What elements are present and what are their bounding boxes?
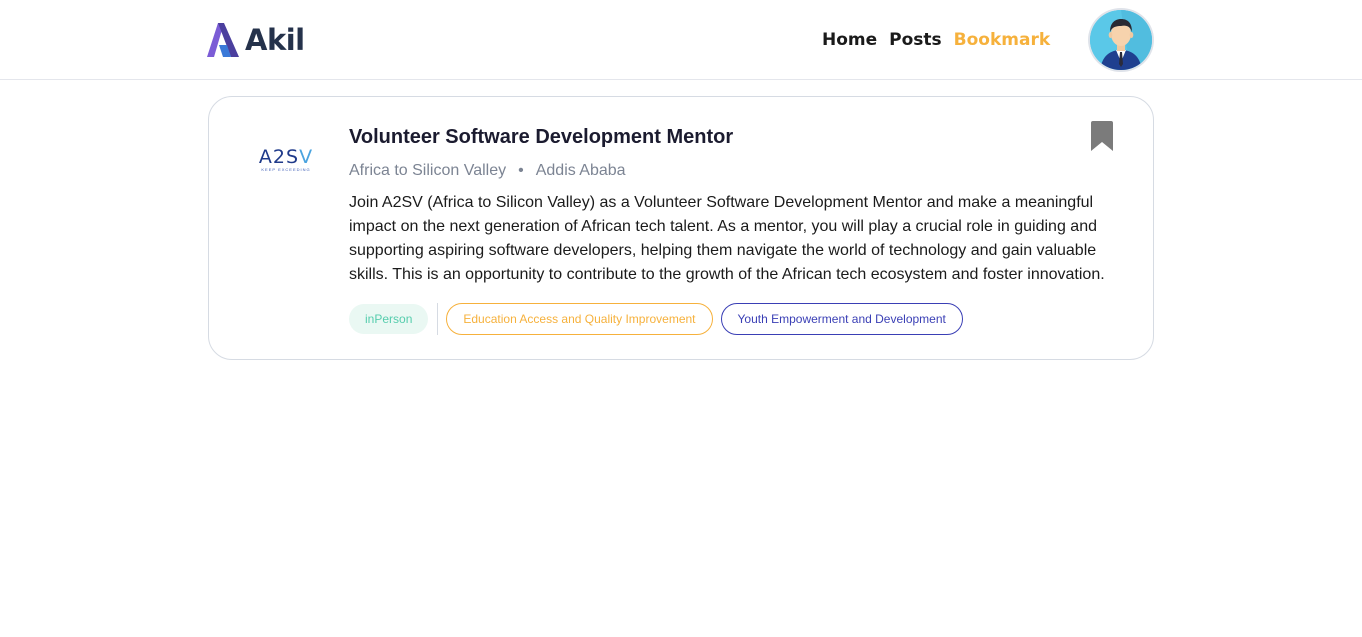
- nav-posts[interactable]: Posts: [889, 28, 942, 52]
- company-name: Africa to Silicon Valley: [349, 162, 507, 179]
- job-location: Addis Ababa: [535, 162, 626, 179]
- category-tag: Education Access and Quality Improvement: [446, 303, 713, 335]
- company-logo: A2SV KEEP EXCEEDING: [255, 147, 317, 173]
- user-avatar-icon: [1090, 10, 1152, 70]
- job-tags: inPerson Education Access and Quality Im…: [349, 303, 971, 335]
- op-type-badge: inPerson: [349, 304, 429, 334]
- company-logo-text-b: V: [299, 146, 314, 168]
- brand-name: Akil: [245, 23, 305, 57]
- meta-separator: •: [518, 162, 524, 179]
- tag-divider: [437, 303, 439, 335]
- top-header: Akil Home Posts Bookmark: [0, 0, 1362, 80]
- bookmark-button[interactable]: [1090, 121, 1114, 153]
- job-meta: Africa to Silicon Valley • Addis Ababa: [349, 161, 626, 181]
- job-title[interactable]: Volunteer Software Development Mentor: [349, 125, 733, 149]
- job-description: Join A2SV (Africa to Silicon Valley) as …: [349, 194, 1105, 283]
- category-tag: Youth Empowerment and Development: [720, 303, 963, 335]
- bookmark-icon: [1091, 121, 1113, 151]
- nav-bookmark[interactable]: Bookmark: [954, 28, 1051, 52]
- job-card[interactable]: A2SV KEEP EXCEEDING Volunteer Software D…: [208, 96, 1154, 360]
- brand-logo[interactable]: Akil: [207, 22, 305, 58]
- main-nav: Home Posts Bookmark: [822, 28, 1050, 52]
- company-logo-tagline: KEEP EXCEEDING: [261, 167, 311, 172]
- nav-home[interactable]: Home: [822, 28, 877, 52]
- akil-logo-icon: [207, 23, 239, 57]
- company-logo-text-a: A2S: [258, 146, 300, 168]
- user-avatar[interactable]: [1088, 8, 1154, 72]
